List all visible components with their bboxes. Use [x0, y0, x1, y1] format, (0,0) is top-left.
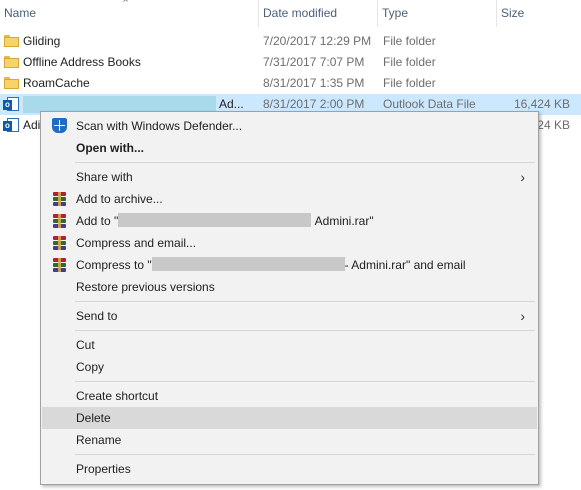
menu-item-label: Compress to " - Admini.rar" and email — [76, 254, 466, 276]
context-menu: Scan with Windows Defender... Open with.… — [40, 111, 539, 485]
column-type-label: Type — [382, 6, 409, 20]
menu-item-label: Cut — [76, 338, 95, 352]
file-date: 8/31/2017 1:35 PM — [263, 76, 365, 90]
file-type: File folder — [383, 34, 436, 48]
menu-item-label: Create shortcut — [76, 389, 159, 403]
sort-ascending-icon: ⌃ — [121, 0, 131, 10]
menu-item-label: Restore previous versions — [76, 280, 215, 294]
menu-item-add-to-archive[interactable]: Add to archive... — [42, 188, 537, 210]
file-row-offline-address-books[interactable]: Offline Address Books 7/31/2017 7:07 PM … — [0, 52, 581, 73]
menu-item-delete[interactable]: Delete — [42, 407, 537, 429]
menu-item-label: Add to " Admini.rar" — [76, 210, 374, 232]
file-type: File folder — [383, 55, 436, 69]
menu-item-copy[interactable]: Copy — [42, 356, 537, 378]
outlook-data-file-icon: o — [3, 118, 19, 133]
menu-item-label: Rename — [76, 433, 122, 447]
redacted-text — [151, 257, 345, 271]
column-name-label: Name — [4, 6, 37, 20]
chevron-right-icon: › — [520, 169, 525, 185]
menu-item-label: Properties — [76, 462, 131, 476]
file-name: Gliding — [23, 34, 61, 48]
menu-separator — [75, 330, 535, 331]
menu-item-label: Delete — [76, 411, 111, 425]
menu-item-compress-to-rar-and-email[interactable]: Compress to " - Admini.rar" and email — [42, 254, 537, 276]
winrar-icon — [53, 236, 66, 250]
folder-icon — [4, 56, 19, 68]
file-date: 7/31/2017 7:07 PM — [263, 55, 365, 69]
winrar-icon — [53, 214, 66, 228]
file-row-gliding[interactable]: Gliding 7/20/2017 12:29 PM File folder — [0, 31, 581, 52]
menu-item-properties[interactable]: Properties — [42, 458, 537, 480]
menu-separator — [75, 162, 535, 163]
menu-item-restore-previous-versions[interactable]: Restore previous versions — [42, 276, 537, 298]
windows-defender-icon — [52, 118, 67, 133]
menu-item-label: Add to archive... — [76, 192, 163, 206]
folder-icon — [4, 77, 19, 89]
menu-item-label: Scan with Windows Defender... — [76, 119, 243, 133]
menu-item-rename[interactable]: Rename — [42, 429, 537, 451]
label-prefix: Add to " — [76, 214, 119, 228]
menu-separator — [75, 301, 535, 302]
label-prefix: Compress to " — [76, 258, 152, 272]
column-type[interactable]: Type — [378, 0, 496, 27]
file-name: RoamCache — [23, 76, 90, 90]
menu-item-label: Compress and email... — [76, 236, 197, 250]
menu-item-cut[interactable]: Cut — [42, 334, 537, 356]
menu-separator — [75, 454, 535, 455]
menu-item-add-to-rar[interactable]: Add to " Admini.rar" — [42, 210, 537, 232]
file-name: Offline Address Books — [23, 55, 141, 69]
outlook-data-file-icon: o — [3, 97, 19, 112]
column-size[interactable]: Size — [497, 0, 581, 27]
label-suffix: Admini.rar" — [314, 214, 374, 228]
menu-item-label: Open with... — [76, 141, 144, 155]
file-name: Adi — [23, 118, 41, 132]
label-suffix: - Admini.rar" and email — [344, 258, 466, 272]
winrar-icon — [53, 192, 66, 206]
column-size-label: Size — [501, 6, 525, 20]
redacted-text — [118, 213, 312, 227]
menu-item-create-shortcut[interactable]: Create shortcut — [42, 385, 537, 407]
menu-item-send-to[interactable]: Send to › — [42, 305, 537, 327]
menu-item-label: Copy — [76, 360, 105, 374]
file-type: File folder — [383, 76, 436, 90]
column-date-modified[interactable]: Date modified — [259, 0, 377, 27]
menu-item-compress-and-email[interactable]: Compress and email... — [42, 232, 537, 254]
file-row-roamcache[interactable]: RoamCache 8/31/2017 1:35 PM File folder — [0, 73, 581, 94]
menu-item-share-with[interactable]: Share with › — [42, 166, 537, 188]
column-date-label: Date modified — [263, 6, 338, 20]
menu-item-open-with[interactable]: Open with... — [42, 137, 537, 159]
menu-item-scan-windows-defender[interactable]: Scan with Windows Defender... — [42, 115, 537, 137]
folder-icon — [4, 35, 19, 47]
winrar-icon — [53, 258, 66, 272]
menu-item-label: Share with — [76, 170, 133, 184]
menu-item-label: Send to — [76, 309, 118, 323]
menu-separator — [75, 381, 535, 382]
column-header: Name ⌃ Date modified Type Size — [0, 0, 581, 27]
file-date: 7/20/2017 12:29 PM — [263, 34, 372, 48]
chevron-right-icon: › — [520, 308, 525, 324]
